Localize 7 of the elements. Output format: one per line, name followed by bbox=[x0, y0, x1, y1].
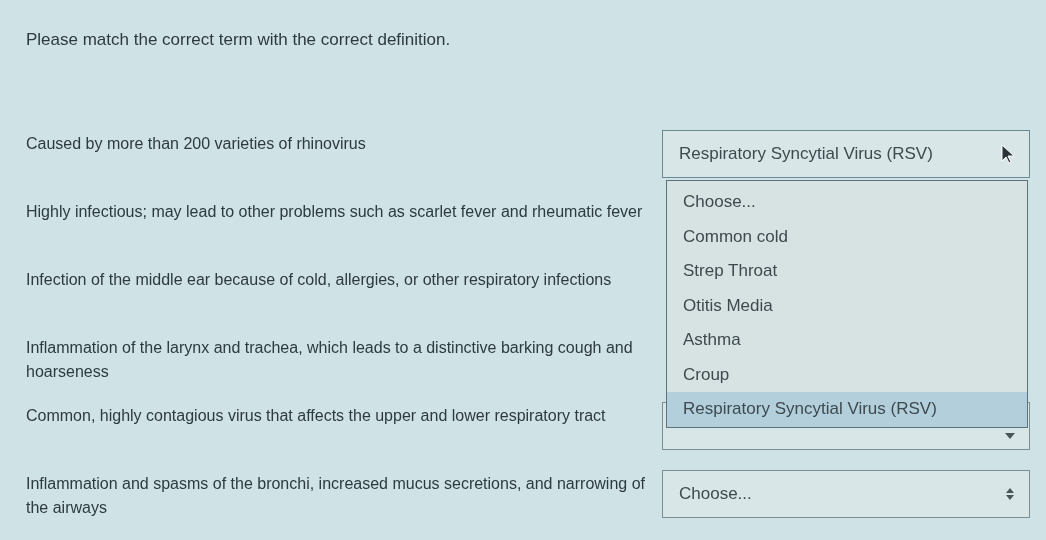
definition-text: Infection of the middle ear because of cold, allergies, or other respiratory infections bbox=[26, 270, 613, 290]
definition-text: Common, highly contagious virus that affects the upper and lower respiratory tract bbox=[26, 406, 607, 426]
definition-text: Inflammation of the larynx and trachea, which leads to a distinctive barking cough and hoarseness bbox=[26, 338, 634, 382]
definition-text: Highly infectious; may lead to other problems such as scarlet fever and rheumatic fever bbox=[26, 202, 644, 222]
definition-text: Caused by more than 200 varieties of rhinovirus bbox=[26, 134, 367, 154]
instruction-text: Please match the correct term with the correct definition. bbox=[26, 30, 452, 51]
definition-text: Inflammation and spasms of the bronchi, increased mucus secretions, and narrowing of the airways bbox=[26, 474, 646, 518]
